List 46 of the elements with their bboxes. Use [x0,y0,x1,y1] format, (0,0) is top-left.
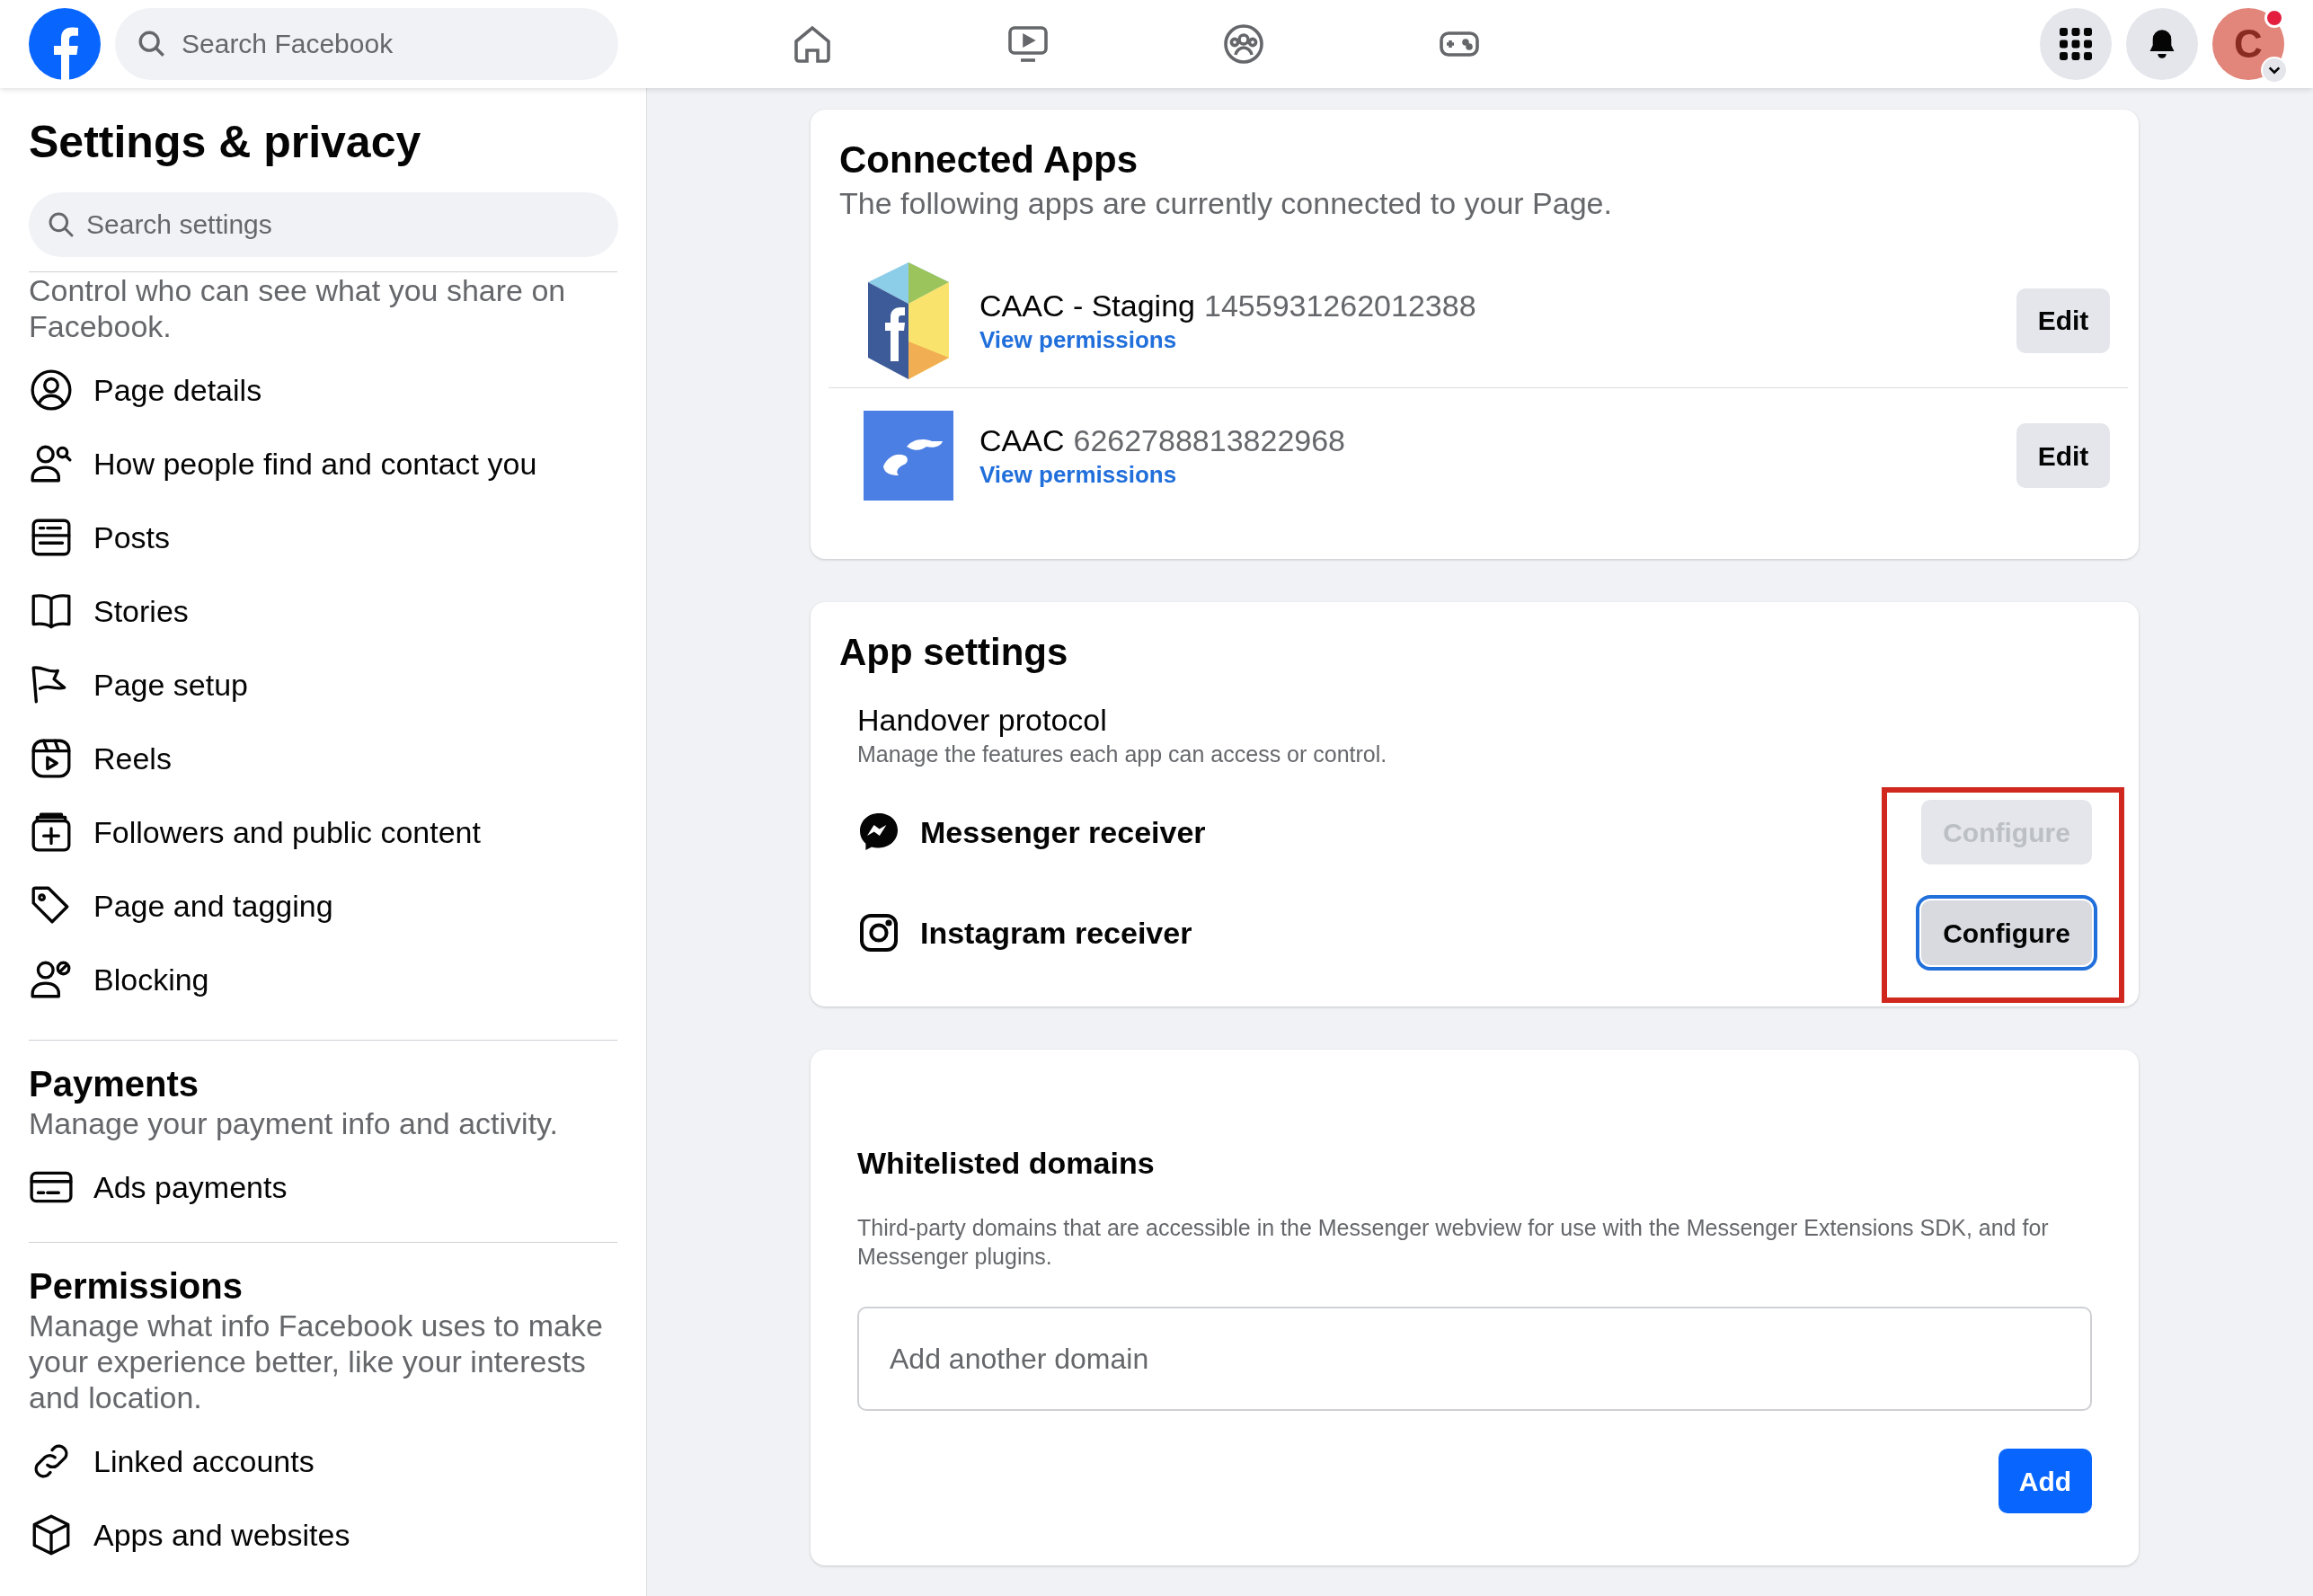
card-title: App settings [839,630,1069,675]
receiver-label: Instagram receiver [920,914,1192,952]
sidebar-item[interactable]: Reels [29,722,617,795]
sidebar-item[interactable]: How people find and contact you [29,427,617,501]
section-description: Third-party domains that are accessible in the Messenger webview for use with the Messenger Extensions SDK, and for Messenger plugins. [857,1214,2050,1271]
sidebar-item[interactable]: Linked accounts [29,1424,617,1498]
sidebar-item[interactable]: Page and tagging [29,869,617,943]
sidebar-item[interactable]: Blocking [29,943,617,1016]
app-name: CAAC [979,422,1065,459]
search-field[interactable]: Search Facebook [115,8,618,80]
sidebar-item[interactable]: Posts [29,501,617,574]
person-circle-icon [29,368,74,412]
sidebar-item[interactable]: Ads payments [29,1150,617,1224]
domain-input[interactable]: Add another domain [857,1307,2092,1411]
add-button[interactable]: Add [1998,1449,2092,1513]
sidebar-item[interactable]: Stories [29,574,617,648]
section-title: Whitelisted domains [857,1145,1156,1182]
page-title: Settings & privacy [29,116,422,169]
section-heading: Permissions [29,1265,244,1308]
app-id: 6262788813822968 [1073,422,1345,459]
sidebar-item[interactable]: Page details [29,353,617,427]
app-id: 1455931262012388 [1204,287,1476,324]
view-permissions-link[interactable]: View permissions [979,324,1476,355]
facebook-logo[interactable] [29,8,101,80]
section-title: Handover protocol [857,702,1108,739]
card-subtitle: The following apps are currently connected to your Page. [839,185,1613,222]
edit-button[interactable]: Edit [2016,288,2110,353]
receiver-label: Messenger receiver [920,813,1206,851]
search-field[interactable]: Search settings [29,192,618,257]
section-description: Manage what info Facebook uses to make your experience better, like your interests and location. [29,1308,604,1415]
section-description: Control who can see what you share on Facebook. [29,272,567,344]
edit-button[interactable]: Edit [2016,423,2110,488]
sidebar-item[interactable]: Page setup [29,648,617,722]
instagram-icon [857,911,900,954]
card-title: Connected Apps [839,137,1139,182]
app-name: CAAC - Staging [979,287,1195,324]
sidebar-item[interactable]: Followers and public content [29,795,617,869]
search-icon [137,29,167,59]
section-heading: Payments [29,1063,199,1105]
section-description: Manage your payment info and activity. [29,1105,560,1141]
sidebar-item[interactable]: Apps and websites [29,1498,617,1572]
search-icon [47,210,75,239]
grid-icon [2060,28,2092,60]
view-permissions-link[interactable]: View permissions [979,459,1345,490]
section-description: Manage the features each app can access or control. [857,740,1388,768]
groups-icon[interactable] [1222,22,1265,66]
